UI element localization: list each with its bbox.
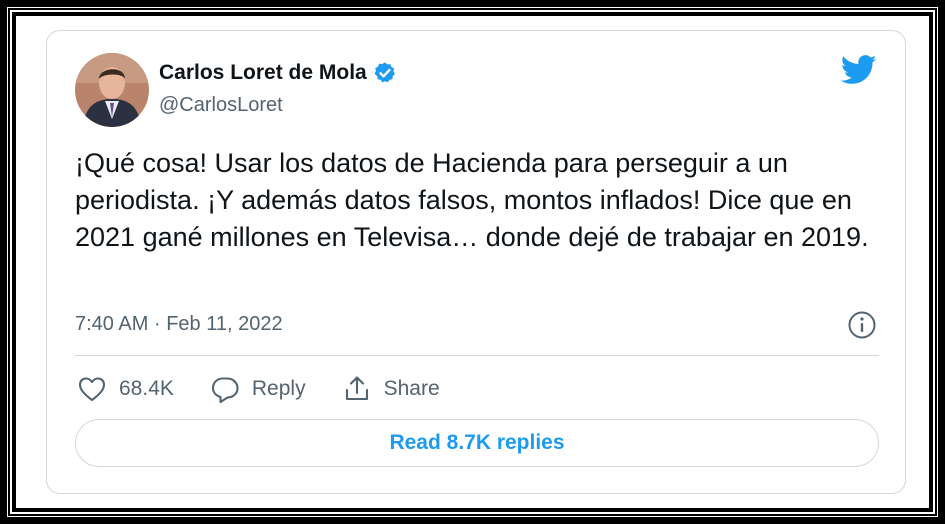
info-icon[interactable]	[847, 310, 877, 340]
heart-icon	[78, 377, 106, 402]
reply-label: Reply	[251, 377, 306, 400]
share-label: Share	[383, 377, 440, 400]
verified-badge-icon	[374, 62, 395, 83]
like-count: 68.4K	[119, 377, 174, 400]
read-replies-button[interactable]: Read 8.7K replies	[75, 419, 879, 467]
timestamp-separator: ·	[153, 313, 161, 335]
twitter-bird-icon[interactable]	[841, 55, 877, 85]
avatar-photo	[75, 53, 149, 127]
tweet-date: Feb 11, 2022	[166, 313, 283, 335]
tweet-timestamp[interactable]: 7:40 AM · Feb 11, 2022	[75, 313, 283, 336]
divider	[75, 355, 879, 356]
tweet-card: Carlos Loret de Mola @CarlosLoret ¡Qué c…	[46, 30, 906, 494]
share-button[interactable]: Share	[342, 374, 440, 404]
author-name[interactable]: Carlos Loret de Mola	[159, 61, 367, 85]
reply-button[interactable]: Reply	[210, 374, 306, 404]
share-arrow-icon	[345, 376, 368, 401]
tweet-time: 7:40 AM	[75, 313, 149, 335]
author-name-row: Carlos Loret de Mola	[159, 61, 397, 85]
avatar[interactable]	[75, 53, 149, 127]
tweet-text: ¡Qué cosa! Usar los datos de Hacienda pa…	[75, 148, 869, 252]
author-handle[interactable]: @CarlosLoret	[159, 94, 283, 117]
action-bar: 68.4K Reply Share	[77, 374, 476, 404]
speech-bubble-icon	[211, 377, 239, 404]
like-button[interactable]: 68.4K	[77, 374, 174, 404]
